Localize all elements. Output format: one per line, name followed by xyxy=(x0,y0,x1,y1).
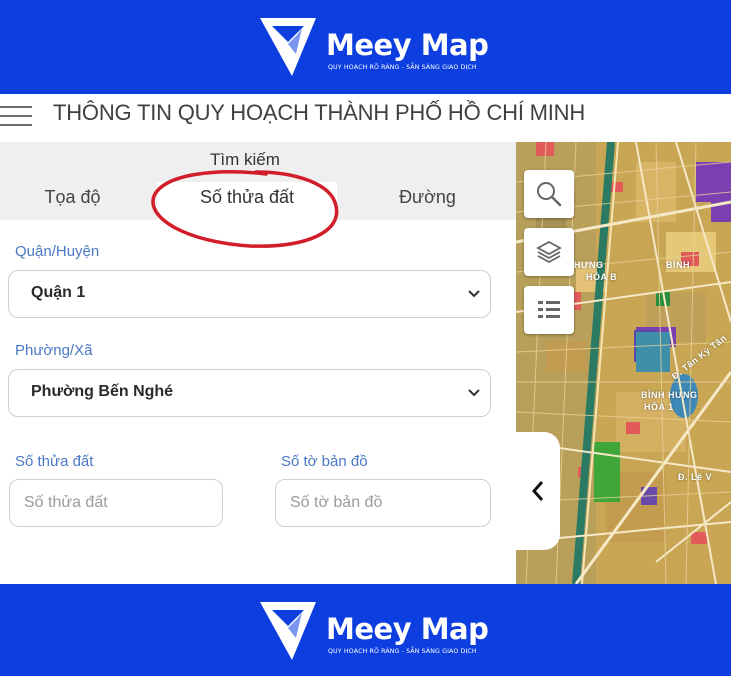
sheet-label: Số tờ bản đồ xyxy=(281,453,368,470)
ward-select[interactable]: Phường Bến Nghé xyxy=(8,369,491,417)
ward-label: Phường/Xã xyxy=(15,342,93,359)
map-area-label: HÒA B xyxy=(586,272,618,282)
district-value: Quận 1 xyxy=(31,284,86,301)
map-area-label: HƯNG xyxy=(574,260,604,270)
map-area-label: BÌNH xyxy=(666,260,690,270)
collapse-panel-button[interactable] xyxy=(516,432,560,550)
tab-street[interactable]: Đường xyxy=(350,182,505,220)
title-bar: THÔNG TIN QUY HOẠCH THÀNH PHỐ HỒ CHÍ MIN… xyxy=(0,94,731,142)
search-icon xyxy=(537,182,562,207)
map-layers-button[interactable] xyxy=(524,228,574,276)
parcel-label: Số thửa đất xyxy=(15,453,94,470)
map-search-button[interactable] xyxy=(524,170,574,218)
brand-name: Meey Map xyxy=(326,612,489,646)
map-area-label: BÌNH HƯNG xyxy=(641,390,698,400)
map-sheet-input[interactable] xyxy=(275,479,491,527)
search-tabbar: Tìm kiếm Tọa độ Số thửa đất Đường xyxy=(0,142,516,220)
brand-name: Meey Map xyxy=(326,28,489,62)
brand-tagline: QUY HOẠCH RÕ RÀNG - SẴN SÀNG GIAO DỊCH xyxy=(328,64,477,71)
map-legend-button[interactable] xyxy=(524,286,574,334)
brand-logo: Meey Map QUY HOẠCH RÕ RÀNG - SẴN SÀNG GI… xyxy=(258,598,498,664)
brand-tagline: QUY HOẠCH RÕ RÀNG - SẴN SÀNG GIAO DỊCH xyxy=(328,648,477,655)
page-title: THÔNG TIN QUY HOẠCH THÀNH PHỐ HỒ CHÍ MIN… xyxy=(53,100,586,125)
layers-icon xyxy=(536,240,562,264)
meey-logo-icon xyxy=(260,602,316,660)
search-panel: Tìm kiếm Tọa độ Số thửa đất Đường Quận/H… xyxy=(0,142,516,584)
menu-icon[interactable] xyxy=(0,104,34,130)
list-icon xyxy=(538,301,560,318)
top-banner: Meey Map QUY HOẠCH RÕ RÀNG - SẴN SÀNG GI… xyxy=(0,0,731,94)
district-select[interactable]: Quận 1 xyxy=(8,270,491,318)
search-caption: Tìm kiếm xyxy=(210,150,280,169)
parcel-number-input[interactable] xyxy=(9,479,223,527)
app-window: THÔNG TIN QUY HOẠCH THÀNH PHỐ HỒ CHÍ MIN… xyxy=(0,94,731,584)
chevron-left-icon xyxy=(531,481,544,501)
map-area-label: HÒA 1 xyxy=(644,402,674,412)
map-street-label: Đ. Lê V xyxy=(678,472,713,482)
tab-coordinates[interactable]: Tọa độ xyxy=(0,182,145,220)
ward-value: Phường Bến Nghé xyxy=(31,383,174,400)
chevron-down-icon xyxy=(468,290,480,298)
brand-logo: Meey Map QUY HOẠCH RÕ RÀNG - SẴN SÀNG GI… xyxy=(258,14,498,80)
tab-parcel-number[interactable]: Số thửa đất xyxy=(157,182,337,220)
map-view[interactable]: HƯNG HÒA B BÌNH BÌNH HƯNG HÒA 1 Đ. Lê V … xyxy=(516,142,731,584)
meey-logo-icon xyxy=(260,18,316,76)
district-label: Quận/Huyện xyxy=(15,243,100,260)
bottom-banner: Meey Map QUY HOẠCH RÕ RÀNG - SẴN SÀNG GI… xyxy=(0,584,731,676)
chevron-down-icon xyxy=(468,389,480,397)
